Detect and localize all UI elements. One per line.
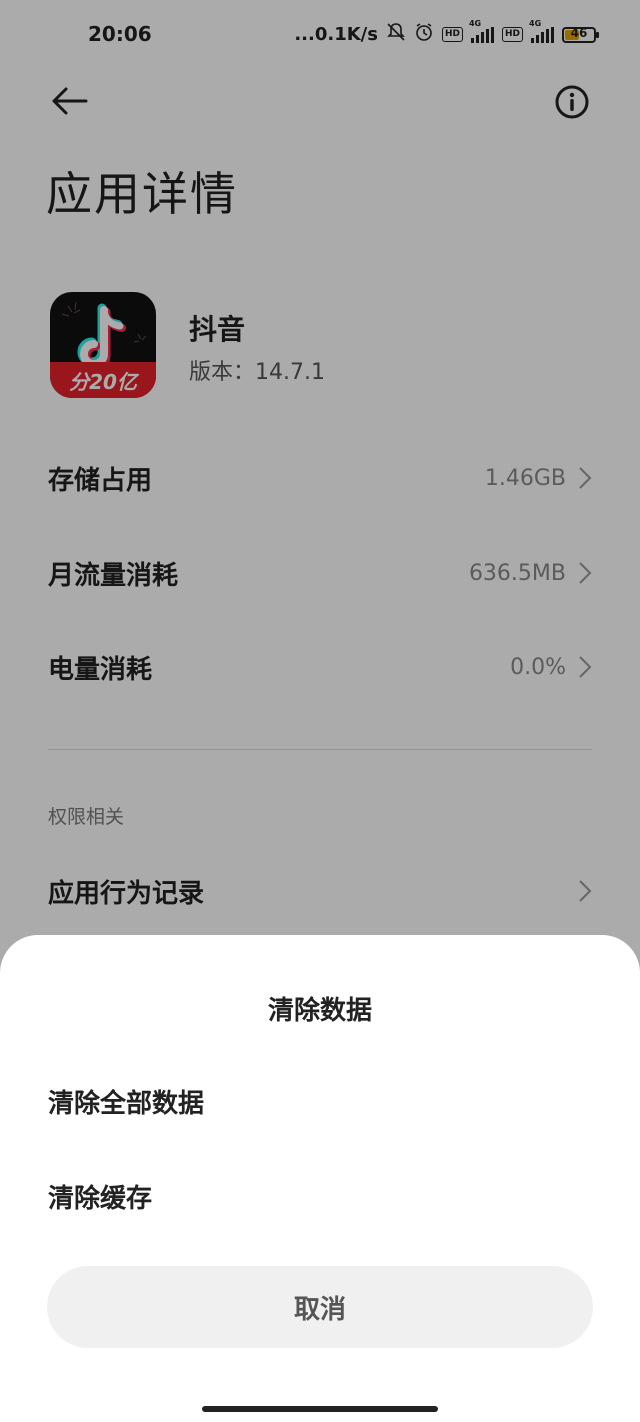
sheet-title: 清除数据	[267, 996, 372, 1026]
clear-all-data-option[interactable]: 清除全部数据	[48, 1083, 204, 1120]
clear-data-sheet: 清除数据 清除全部数据 清除缓存 取消	[0, 935, 640, 1422]
cancel-button[interactable]: 取消	[47, 1266, 593, 1348]
clear-cache-option[interactable]: 清除缓存	[48, 1178, 152, 1215]
home-indicator[interactable]	[202, 1406, 438, 1412]
